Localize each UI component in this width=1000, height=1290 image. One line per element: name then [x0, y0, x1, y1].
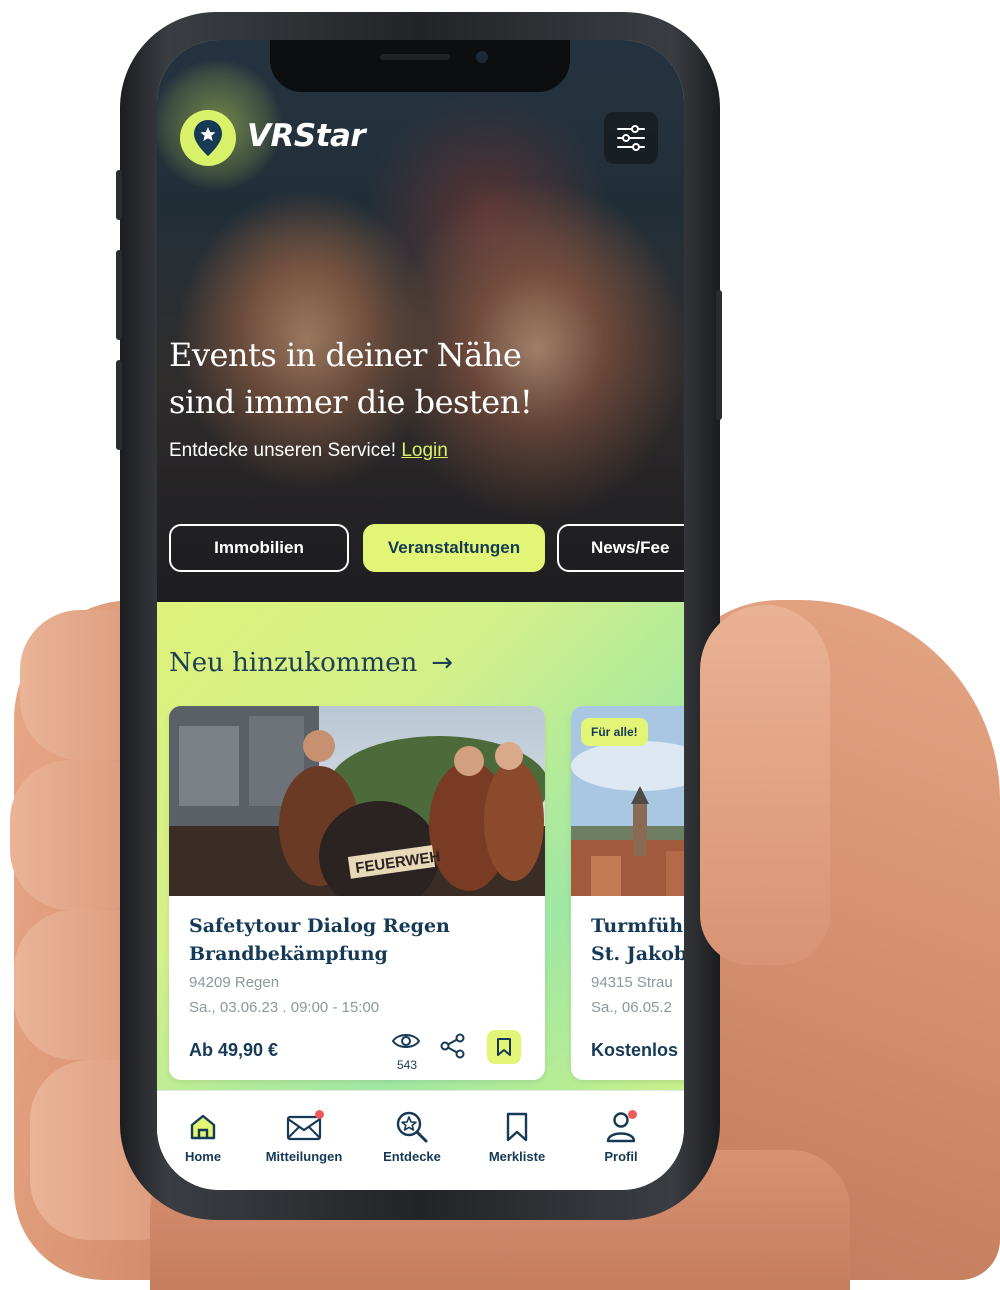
event-actions: 543	[391, 1028, 541, 1074]
category-tab-immobilien[interactable]: Immobilien	[169, 524, 349, 572]
event-location: 94315 Strau	[591, 974, 673, 991]
sliders-icon	[617, 125, 645, 151]
discover-icon	[362, 1109, 462, 1145]
phone-mute-switch	[116, 170, 122, 220]
event-price: Ab 49,90 €	[189, 1040, 279, 1060]
phone-notch	[270, 40, 570, 92]
hero-headline-line-2: sind immer die besten!	[169, 383, 533, 421]
event-date: Sa., 06.05.2	[591, 999, 672, 1016]
nav-item-home[interactable]: Home	[157, 1109, 253, 1164]
event-location: 94209 Regen	[189, 974, 280, 991]
nav-label: Merkliste	[488, 1149, 546, 1164]
category-tab-news[interactable]: News/Fee	[557, 524, 684, 572]
event-title-line-1: Turmfüh	[591, 915, 684, 937]
logo-pin-icon[interactable]	[180, 110, 236, 166]
bookmark-icon	[497, 1038, 511, 1056]
hero-banner: VRStar Events in deiner Nähe sind immer …	[157, 40, 684, 602]
event-image-firefighters: FEUERWEH	[169, 706, 545, 896]
nav-label: Mitteilungen	[265, 1149, 343, 1164]
new-events-section: Neu hinzukommen → FEUERWEH Safetytour Di…	[157, 602, 684, 1090]
hero-headline-line-1: Events in deiner Nähe	[169, 336, 522, 374]
bookmark-button[interactable]	[487, 1030, 521, 1064]
phone-screen: VRStar Events in deiner Nähe sind immer …	[157, 40, 684, 1190]
event-date: Sa., 03.06.23 . 09:00 - 15:00	[189, 999, 380, 1016]
phone-volume-down	[116, 360, 122, 450]
nav-label: Profil	[604, 1149, 638, 1164]
category-tabs: Immobilien Veranstaltungen News/Fee	[169, 524, 684, 578]
bottom-navigation: Home Mitteilungen Entdecke Merkliste Pro…	[157, 1090, 684, 1190]
event-card[interactable]: FEUERWEH Safetytour Dialog Regen Brandbe…	[169, 706, 545, 1080]
eye-icon[interactable]	[391, 1030, 421, 1056]
notification-dot	[315, 1110, 324, 1119]
event-price: Kostenlos	[591, 1040, 679, 1060]
bookmark-icon	[467, 1109, 567, 1145]
login-link[interactable]: Login	[401, 440, 448, 461]
section-title-text: Neu hinzukommen	[169, 648, 418, 678]
nav-item-merkliste[interactable]: Merkliste	[467, 1109, 567, 1164]
event-title[interactable]: Safetytour Dialog Regen Brandbekämpfung	[189, 912, 529, 968]
mail-icon	[254, 1109, 354, 1145]
notification-dot	[628, 1110, 637, 1119]
thumb	[700, 605, 830, 965]
app-logo-text[interactable]: VRStar	[247, 118, 366, 154]
hero-subline: Entdecke unseren Service! Login	[169, 440, 448, 462]
view-count: 543	[397, 1058, 418, 1072]
nav-label: Home	[184, 1149, 222, 1164]
phone-power-button	[716, 290, 722, 420]
home-icon	[157, 1109, 253, 1145]
event-title-line-2: St. Jakob	[591, 943, 684, 965]
nav-label: Entdecke	[383, 1149, 441, 1164]
event-title[interactable]: Turmfüh St. Jakob	[591, 912, 684, 968]
audience-badge: Für alle!	[581, 718, 648, 746]
profile-icon	[571, 1109, 671, 1145]
arrow-right-icon: →	[431, 648, 454, 678]
event-title-line-1: Safetytour Dialog Regen	[189, 915, 450, 937]
phone-volume-up	[116, 250, 122, 340]
event-card[interactable]: Für alle! Turmfüh St. Jakob 94315 Strau …	[571, 706, 684, 1080]
nav-item-profil[interactable]: Profil	[571, 1109, 671, 1164]
share-icon[interactable]	[439, 1032, 467, 1064]
nav-item-entdecke[interactable]: Entdecke	[362, 1109, 462, 1164]
filter-settings-button[interactable]	[604, 112, 658, 164]
hero-headline: Events in deiner Nähe sind immer die bes…	[169, 332, 669, 426]
section-title[interactable]: Neu hinzukommen →	[169, 648, 453, 678]
hero-subline-text: Entdecke unseren Service!	[169, 440, 397, 461]
category-tab-veranstaltungen[interactable]: Veranstaltungen	[363, 524, 545, 572]
front-camera	[476, 51, 488, 63]
nav-item-mitteilungen[interactable]: Mitteilungen	[254, 1109, 354, 1164]
speaker-grille	[380, 54, 450, 60]
event-title-line-2: Brandbekämpfung	[189, 943, 388, 965]
